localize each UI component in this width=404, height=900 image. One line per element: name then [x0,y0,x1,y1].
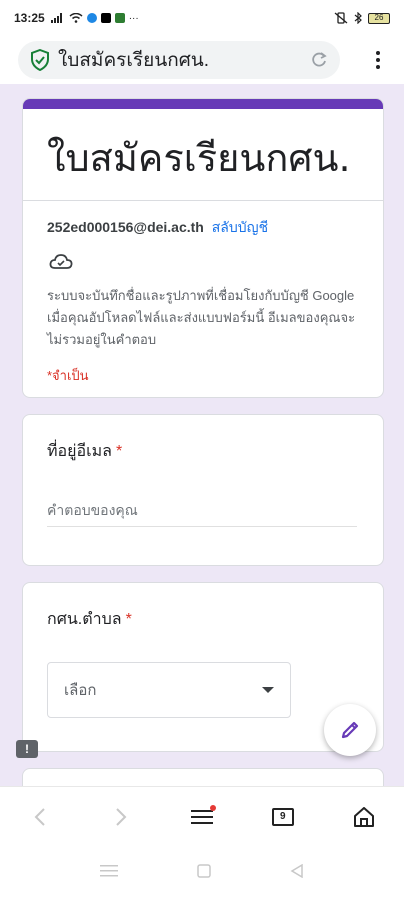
browser-toolbar: 9 [0,786,404,846]
question-email-card: ที่อยู่อีเมล * [22,414,384,566]
status-time: 13:25 [14,11,45,25]
question-district-label: กศน.ตำบล [47,611,122,628]
account-row: 252ed000156@dei.ac.th สลับบัญชี [23,201,383,239]
back-button[interactable] [20,797,60,837]
next-question-card [22,768,384,786]
status-bar: 13:25 ··· 26 [0,0,404,36]
reload-icon[interactable] [310,51,328,69]
shield-check-icon [31,49,49,71]
more-vert-icon[interactable] [366,48,390,72]
edit-fab-button[interactable] [324,704,376,756]
district-select-value: เลือก [64,682,97,699]
signal-bars-icon [50,13,62,23]
wifi-icon [69,13,83,23]
email-answer-input[interactable] [47,502,357,527]
district-select[interactable]: เลือก [47,662,291,718]
required-star: * [125,611,132,628]
more-notifications-icon: ··· [128,12,139,24]
triangle-back-icon [290,863,304,878]
mute-vibrate-icon [334,12,348,24]
back-arrow-icon [34,807,46,826]
forward-arrow-icon [116,807,127,826]
pencil-edit-icon [341,721,359,739]
tabs-icon: 9 [271,807,294,826]
recents-button[interactable] [99,864,118,882]
square-home-icon [197,863,211,878]
home-icon [353,806,374,827]
home-button[interactable] [344,797,384,837]
feedback-glyph: ! [25,742,29,756]
bluetooth-icon [354,12,362,24]
hamburger-menu-icon [190,809,213,824]
required-star: * [115,443,123,460]
tabs-button[interactable]: 9 [263,797,303,837]
tiktok-notification-icon [100,13,111,23]
form-header-card: ใบสมัครเรียนกศน. 252ed000156@dei.ac.th ส… [22,98,384,398]
switch-account-link[interactable]: สลับบัญชี [212,219,268,235]
battery-icon: 26 [368,12,390,24]
menu-button[interactable] [182,797,222,837]
required-note: *จำเป็น [47,368,89,383]
line-notification-icon [114,13,125,23]
address-bar[interactable]: ใบสมัครเรียนกศน. [18,41,340,79]
feedback-icon[interactable]: ! [16,740,38,758]
browser-address-area: ใบสมัครเรียนกศน. [0,36,404,84]
account-email: 252ed000156@dei.ac.th [47,219,204,235]
notification-dot [209,804,216,811]
question-email-label: ที่อยู่อีเมล [47,443,112,460]
battery-level: 26 [374,12,384,22]
form-title: ใบสมัครเรียนกศน. [47,136,351,180]
cloud-off-icon [23,239,383,279]
app-notification-icon [86,13,97,23]
address-bar-text[interactable]: ใบสมัครเรียนกศน. [58,45,310,75]
forward-button[interactable] [101,797,141,837]
system-navigation-bar [0,846,404,900]
privacy-notice: ระบบจะบันทึกชื่อและรูปภาพที่เชื่อมโยงกับ… [47,288,356,347]
recents-icon [99,865,118,877]
system-back-button[interactable] [290,863,304,883]
question-label: กศน.ตำบล * [47,607,359,632]
question-label: ที่อยู่อีเมล * [47,439,359,464]
system-home-button[interactable] [197,863,211,883]
tabs-count: 9 [280,811,286,822]
chevron-down-icon [262,687,274,693]
form-accent-bar [23,99,383,109]
form-container: ใบสมัครเรียนกศน. 252ed000156@dei.ac.th ส… [0,84,404,786]
